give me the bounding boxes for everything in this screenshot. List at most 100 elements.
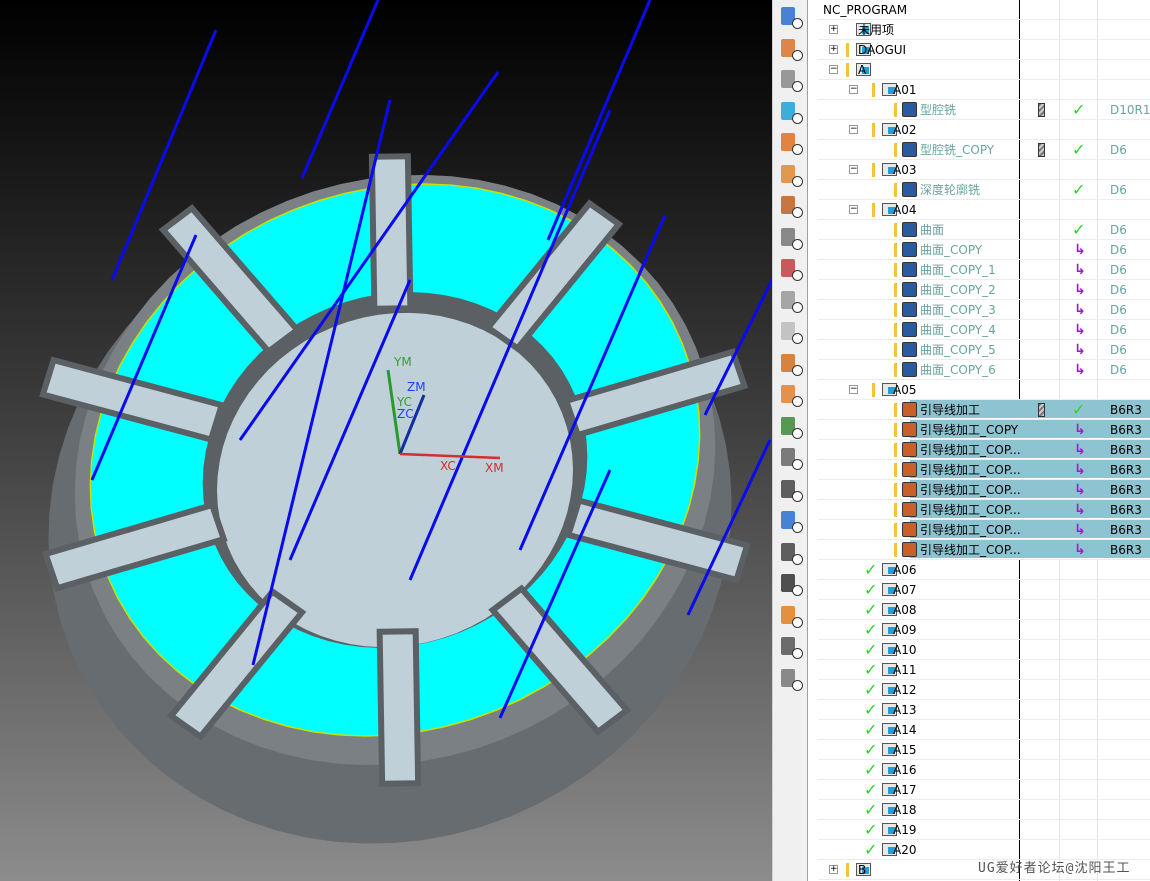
- program-group-row[interactable]: ✓ A16: [818, 760, 1150, 780]
- program-group-row[interactable]: ✓ A14: [818, 720, 1150, 740]
- operation-row[interactable]: 曲面_COPY_5 ↳ D6: [818, 340, 1150, 360]
- show-icon[interactable]: [778, 603, 804, 629]
- group-label: A04: [893, 203, 917, 217]
- create-program-icon[interactable]: [778, 99, 804, 125]
- operation-row[interactable]: 引导线加工_COP... ↳ B6R3: [818, 540, 1150, 560]
- machine-tool-icon[interactable]: [778, 288, 804, 314]
- operation-row[interactable]: 曲面_COPY_4 ↳ D6: [818, 320, 1150, 340]
- expand-toggle[interactable]: +: [829, 865, 838, 874]
- program-group-row[interactable]: + DAOGUI: [818, 40, 1150, 60]
- operation-row[interactable]: 曲面_COPY_1 ↳ D6: [818, 260, 1150, 280]
- operation-row[interactable]: 引导线加工_COP... ↳ B6R3: [818, 440, 1150, 460]
- operation-row[interactable]: 曲面_COPY_2 ↳ D6: [818, 280, 1150, 300]
- create-method-icon[interactable]: [778, 193, 804, 219]
- group-label: A15: [893, 743, 917, 757]
- operation-navigator[interactable]: NC_PROGRAM + 未用项 + DAOGUI − A − A01 型腔铣 ✓ D10R1− A0…: [808, 0, 1150, 881]
- program-group-row[interactable]: ✓ A10: [818, 640, 1150, 660]
- geometry-view-icon[interactable]: [778, 67, 804, 93]
- program-group-row[interactable]: − A05: [818, 380, 1150, 400]
- create-tool-icon[interactable]: [778, 130, 804, 156]
- program-group-row[interactable]: ✓ A19: [818, 820, 1150, 840]
- tool-change-icon: [1038, 143, 1045, 157]
- shop-documentation-icon[interactable]: [778, 508, 804, 534]
- operation-row[interactable]: 型腔铣 ✓ D10R1: [818, 100, 1150, 120]
- program-group-row[interactable]: ✓ A13: [818, 700, 1150, 720]
- feed-speed-icon[interactable]: [778, 414, 804, 440]
- operation-label: 曲面_COPY_2: [920, 283, 996, 297]
- operation-icon: [902, 282, 917, 297]
- complete-check-icon: ✓: [1072, 220, 1086, 239]
- status-flag-icon: [894, 223, 897, 237]
- group-label: A10: [893, 643, 917, 657]
- complete-check-icon: ✓: [864, 820, 878, 839]
- expand-toggle[interactable]: −: [849, 85, 858, 94]
- program-group-row[interactable]: ✓ A15: [818, 740, 1150, 760]
- program-group-row[interactable]: − A04: [818, 200, 1150, 220]
- status-flag-icon: [894, 483, 897, 497]
- operation-row[interactable]: 引导线加工_COP... ↳ B6R3: [818, 460, 1150, 480]
- tool-change-icon: [1038, 403, 1045, 417]
- tool-name: B6R3: [1110, 523, 1142, 537]
- program-group-row[interactable]: ✓ A11: [818, 660, 1150, 680]
- program-group-row[interactable]: − A03: [818, 160, 1150, 180]
- regenerate-icon: ↳: [1074, 362, 1086, 378]
- program-group-row[interactable]: ✓ A17: [818, 780, 1150, 800]
- hide-icon[interactable]: [778, 634, 804, 660]
- replay-toolpath-icon[interactable]: [778, 351, 804, 377]
- ipw-icon[interactable]: [778, 666, 804, 692]
- operation-row[interactable]: 曲面_COPY_6 ↳ D6: [818, 360, 1150, 380]
- save-icon[interactable]: [778, 571, 804, 597]
- program-group-row[interactable]: ✓ A08: [818, 600, 1150, 620]
- output-icon[interactable]: [778, 540, 804, 566]
- resource-toolbar: [772, 0, 808, 881]
- operation-row[interactable]: 引导线加工_COP... ↳ B6R3: [818, 480, 1150, 500]
- tool-name: D6: [1110, 263, 1127, 277]
- operation-row[interactable]: 引导线加工_COPY ↳ B6R3: [818, 420, 1150, 440]
- operation-row[interactable]: 引导线加工_COP... ↳ B6R3: [818, 500, 1150, 520]
- output-cls-icon[interactable]: [778, 477, 804, 503]
- complete-check-icon: ✓: [864, 680, 878, 699]
- complete-check-icon: ✓: [864, 560, 878, 579]
- program-group-row[interactable]: ✓ A20: [818, 840, 1150, 860]
- group-label: A06: [893, 563, 917, 577]
- expand-toggle[interactable]: +: [829, 25, 838, 34]
- program-group-row[interactable]: ✓ A18: [818, 800, 1150, 820]
- operation-label: 深度轮廓铣: [920, 183, 981, 197]
- graphics-viewport[interactable]: YM ZM YC ZC XC XM: [0, 0, 772, 881]
- tool-path-icon[interactable]: [778, 445, 804, 471]
- tree-root[interactable]: NC_PROGRAM: [818, 0, 1150, 20]
- shop-doc-icon[interactable]: [778, 382, 804, 408]
- program-group-row[interactable]: + 未用项: [818, 20, 1150, 40]
- operation-row[interactable]: 引导线加工_COP... ↳ B6R3: [818, 520, 1150, 540]
- program-group-row[interactable]: ✓ A07: [818, 580, 1150, 600]
- expand-toggle[interactable]: −: [849, 205, 858, 214]
- tool-name: D6: [1110, 243, 1127, 257]
- program-group-row[interactable]: − A02: [818, 120, 1150, 140]
- verify-toolpath-icon[interactable]: [778, 256, 804, 282]
- axis-ym: YM: [393, 355, 412, 369]
- operation-row[interactable]: 曲面 ✓ D6: [818, 220, 1150, 240]
- axis-zc: ZC: [397, 407, 414, 421]
- operation-row[interactable]: 引导线加工 ✓ B6R3: [818, 400, 1150, 420]
- operation-row[interactable]: 型腔铣_COPY ✓ D6: [818, 140, 1150, 160]
- create-geometry-icon[interactable]: [778, 162, 804, 188]
- operation-row[interactable]: 深度轮廓铣 ✓ D6: [818, 180, 1150, 200]
- program-order-view-icon[interactable]: [778, 4, 804, 30]
- status-flag-icon: [872, 123, 875, 137]
- expand-toggle[interactable]: −: [849, 125, 858, 134]
- expand-toggle[interactable]: −: [849, 165, 858, 174]
- operation-row[interactable]: 曲面_COPY ↳ D6: [818, 240, 1150, 260]
- expand-toggle[interactable]: −: [829, 65, 838, 74]
- generate-toolpath-icon[interactable]: [778, 225, 804, 251]
- program-group-row[interactable]: ✓ A12: [818, 680, 1150, 700]
- operation-row[interactable]: 曲面_COPY_3 ↳ D6: [818, 300, 1150, 320]
- program-group-row[interactable]: − A: [818, 60, 1150, 80]
- machine-tool-view-icon[interactable]: [778, 36, 804, 62]
- expand-toggle[interactable]: +: [829, 45, 838, 54]
- program-group-row[interactable]: ✓ A09: [818, 620, 1150, 640]
- tool-name: D6: [1110, 303, 1127, 317]
- expand-toggle[interactable]: −: [849, 385, 858, 394]
- program-group-row[interactable]: − A01: [818, 80, 1150, 100]
- program-group-row[interactable]: ✓ A06: [818, 560, 1150, 580]
- postprocess-icon[interactable]: [778, 319, 804, 345]
